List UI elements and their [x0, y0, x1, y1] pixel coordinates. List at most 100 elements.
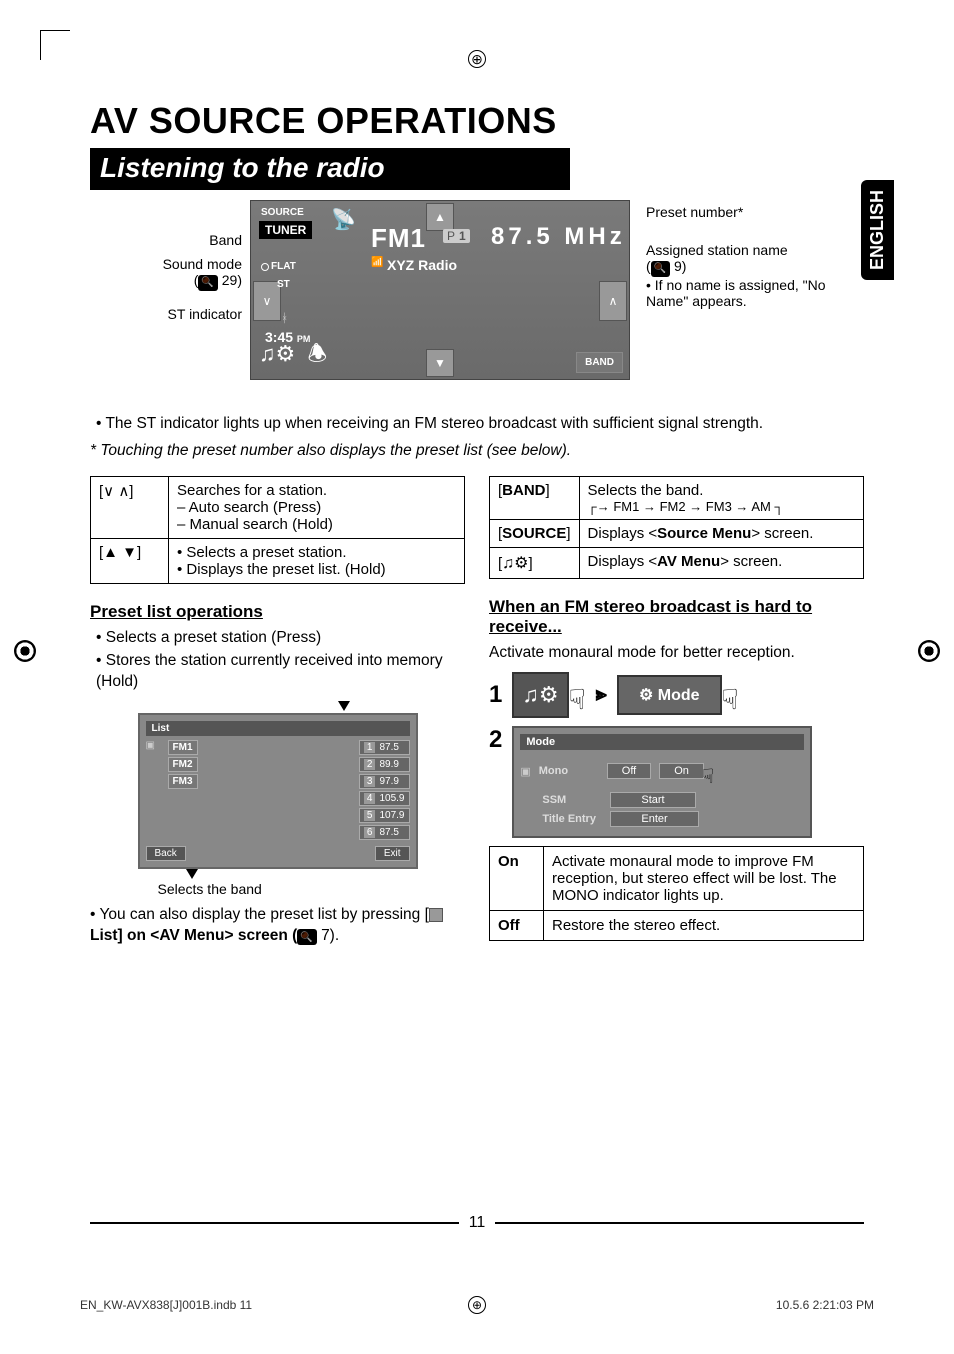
page-ref-icon: [198, 275, 217, 291]
band-button[interactable]: BAND: [576, 352, 623, 373]
desc-preset-l1: Selects a preset station.: [186, 544, 346, 561]
key-band-btn: [BAND]: [490, 476, 580, 519]
on-key: On: [490, 846, 544, 910]
st-note: The ST indicator lights up when receivin…: [96, 414, 864, 435]
sound-mode-badge: FLAT: [261, 261, 296, 272]
list-icon: [429, 908, 443, 922]
body-notes: The ST indicator lights up when receivin…: [90, 414, 864, 462]
desc-preset: • Selects a preset station. • Displays t…: [169, 538, 465, 583]
asterisk-note-text: Touching the preset number also displays…: [100, 442, 571, 459]
preset-back-button[interactable]: Back: [146, 846, 186, 861]
head-unit-screen: ▲ ▼ ∨ ∧ SOURCE TUNER 📡 FM1 P 1 87.5 MHz …: [250, 200, 630, 380]
callout-preset-number: Preset number*: [646, 204, 856, 220]
also-text-1: You can also display the preset list by …: [99, 906, 428, 923]
preset-number-value: 1: [459, 229, 466, 243]
page-number-area: 11: [90, 1214, 864, 1232]
av-menu-button[interactable]: ♫⚙: [512, 672, 568, 718]
signal-icon: 📶: [371, 257, 383, 268]
desc-source-btn: Displays <Source Menu> screen.: [579, 519, 863, 547]
page-title: AV SOURCE OPERATIONS: [90, 100, 864, 142]
title-enter-button[interactable]: Enter: [610, 811, 698, 827]
mode-panel-title: Mode: [520, 734, 804, 750]
band-fm3[interactable]: FM3: [168, 774, 198, 789]
nav-up-button[interactable]: ▲: [426, 203, 454, 231]
ssm-label: SSM: [542, 794, 602, 806]
on-off-table: On Activate monaural mode to improve FM …: [489, 846, 864, 941]
right-controls-table: [BAND] Selects the band. ┌→ FM1 → FM2 → …: [489, 476, 864, 579]
desc-seek-l3: – Manual search (Hold): [177, 516, 456, 533]
scroll-up-icon[interactable]: ▣: [146, 740, 160, 842]
hand-pointer-icon: ☟: [702, 764, 714, 789]
callout-sound-mode-ref: 29): [222, 272, 242, 288]
nav-next-button[interactable]: ∧: [599, 281, 627, 321]
preset-exit-button[interactable]: Exit: [375, 846, 410, 861]
ssm-start-button[interactable]: Start: [610, 792, 695, 808]
source-label: SOURCE: [261, 207, 304, 218]
arrow-right-icon: ⫸: [596, 683, 607, 706]
key-preset: [▲ ▼]: [91, 538, 169, 583]
scroll-icon: ▣: [520, 765, 530, 778]
off-key: Off: [490, 910, 544, 940]
asterisk-note: * Touching the preset number also displa…: [90, 441, 864, 462]
st-indicator-badge: ST: [277, 279, 290, 290]
mono-label: Mono: [539, 765, 599, 777]
footer-timestamp: 10.5.6 2:21:03 PM: [776, 1298, 874, 1312]
tuner-badge: TUNER: [259, 221, 312, 239]
preset-p-label: P: [447, 229, 455, 243]
step-1: 1 ♫⚙ ☟ ⫸ ⚙ Mode ☟: [489, 672, 864, 718]
band-fm1[interactable]: FM1: [168, 740, 198, 755]
arrow-down-icon: [338, 701, 350, 711]
preset-band-list[interactable]: FM1 FM2 FM3: [168, 740, 198, 842]
preset-number-badge[interactable]: P 1: [443, 229, 470, 243]
preset-bullet-1: Selects a preset station (Press): [96, 628, 465, 649]
av-menu-icons[interactable]: ♫⚙ 🕭: [259, 337, 327, 375]
preset-list-heading: Preset list operations: [90, 602, 465, 622]
callout-st-indicator: ST indicator: [82, 306, 242, 322]
desc-preset-l2: Displays the preset list. (Hold): [186, 561, 385, 578]
footer-filename: EN_KW-AVX838[J]001B.indb 11: [80, 1298, 252, 1312]
arrow-down-icon: [186, 869, 198, 879]
bluetooth-icon: ᚼ: [281, 311, 288, 325]
callout-assigned-name-label: Assigned station name: [646, 242, 788, 258]
mono-on-button[interactable]: On: [659, 763, 704, 779]
step-1-number: 1: [489, 681, 502, 709]
callout-assigned-name: Assigned station name ( 9) • If no name …: [646, 242, 866, 309]
desc-seek: Searches for a station. – Auto search (P…: [169, 476, 465, 538]
registration-mark-right: [918, 640, 940, 662]
band-display: FM1: [371, 223, 426, 254]
desc-seek-l1: Searches for a station.: [177, 482, 456, 499]
tuner-screen-illustration: Band Sound mode ( 29) ST indicator Prese…: [90, 200, 864, 400]
key-source-btn: [SOURCE]: [490, 519, 580, 547]
fm-activate-text: Activate monaural mode for better recept…: [489, 643, 864, 664]
band-fm2[interactable]: FM2: [168, 757, 198, 772]
callout-no-name: If no name is assigned, "No Name" appear…: [646, 277, 826, 309]
section-header: Listening to the radio: [90, 148, 570, 190]
key-seek: [∨ ∧]: [91, 476, 169, 538]
also-text-2: List] on <AV Menu> screen (: [90, 927, 297, 944]
fm-hard-heading: When an FM stereo broadcast is hard to r…: [489, 597, 864, 637]
preset-also-note: • You can also display the preset list b…: [90, 905, 465, 947]
callout-sound-mode-label: Sound mode: [163, 256, 242, 272]
title-entry-label: Title Entry: [542, 813, 602, 825]
desc-band-btn: Selects the band. ┌→ FM1 → FM2 → FM3 → A…: [579, 476, 863, 519]
preset-list-bullets: Selects a preset station (Press) Stores …: [90, 628, 465, 693]
preset-list-graphic: List ▣ FM1 FM2 FM3 187.5 289.9 397.9 410: [138, 701, 418, 897]
hand-pointer-icon: ☟: [569, 683, 586, 716]
desc-seek-l2: – Auto search (Press): [177, 499, 456, 516]
key-av-menu-icon: [♫⚙]: [490, 547, 580, 578]
page-ref-icon: [651, 261, 670, 277]
callout-assigned-ref: 9): [674, 258, 686, 274]
preset-freq-list[interactable]: 187.5 289.9 397.9 4105.9 5107.9 687.5: [359, 740, 410, 842]
off-desc: Restore the stereo effect.: [544, 910, 864, 940]
preset-bullet-2: Stores the station currently received in…: [96, 651, 465, 693]
desc-band-l1: Selects the band.: [588, 482, 855, 499]
frequency-display: 87.5 MHz: [491, 223, 626, 251]
nav-down-button[interactable]: ▼: [426, 349, 454, 377]
left-controls-table: [∨ ∧] Searches for a station. – Auto sea…: [90, 476, 465, 584]
crop-mark: [40, 30, 70, 60]
mode-button[interactable]: ⚙ Mode: [617, 675, 722, 715]
desc-av-menu: Displays <AV Menu> screen.: [579, 547, 863, 578]
mono-off-button[interactable]: Off: [607, 763, 651, 779]
selects-band-caption: Selects the band: [158, 881, 418, 897]
antenna-icon: 📡: [331, 207, 356, 232]
